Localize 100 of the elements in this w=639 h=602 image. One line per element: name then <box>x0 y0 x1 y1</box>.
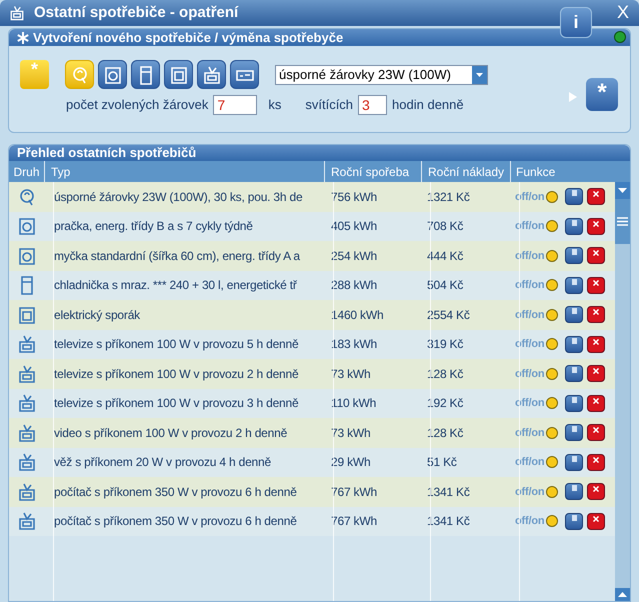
page-icon <box>572 338 577 344</box>
table-row[interactable]: počítač s příkonem 350 W v provozu 6 h denně 767 kWh 1341 Kč off/on <box>9 477 615 506</box>
delete-button[interactable] <box>587 247 606 264</box>
close-icon <box>593 338 600 345</box>
scrollbar[interactable] <box>615 182 630 601</box>
on-off-toggle[interactable]: off/on <box>515 513 544 530</box>
appliance-button[interactable] <box>98 60 127 89</box>
appliance-button[interactable] <box>131 60 160 89</box>
table-row[interactable]: pračka, energ. třídy B a s 7 cykly týdně 405 kWh 708 Kč off/on <box>9 212 615 241</box>
delete-button[interactable] <box>587 483 606 500</box>
scroll-down-icon <box>618 188 627 193</box>
close-icon <box>593 280 600 286</box>
tv-icon <box>16 451 38 474</box>
edit-button[interactable] <box>565 365 584 382</box>
table-cell-text: 254 kWh <box>330 248 378 265</box>
table-cell-text: 192 Kč <box>426 395 464 412</box>
edit-button[interactable] <box>565 512 584 530</box>
page-icon <box>572 278 577 285</box>
edit-button[interactable] <box>565 424 584 442</box>
delete-button[interactable] <box>587 454 606 471</box>
delete-button[interactable] <box>587 218 606 235</box>
table-cell-text: elektrický sporák <box>53 306 141 324</box>
close-icon <box>593 250 600 256</box>
on-off-toggle[interactable]: off/on <box>515 454 544 470</box>
table-row[interactable]: televize s příkonem 100 W v provozu 3 h denně 110 kWh 192 Kč off/on <box>9 388 615 418</box>
edit-button[interactable] <box>565 336 584 353</box>
on-off-toggle[interactable]: off/on <box>515 336 544 352</box>
delete-button[interactable] <box>587 306 606 324</box>
appliance-dropdown[interactable]: úsporné žárovky 23W (100W) <box>275 64 488 84</box>
delete-button[interactable] <box>587 276 606 294</box>
table-cell-text: 128 Kč <box>426 424 464 442</box>
table-cell-text: myčka standardní (šířka 60 cm), energ. třídy A a <box>53 248 301 265</box>
on-off-toggle[interactable]: off/on <box>515 277 544 294</box>
page-icon <box>572 308 577 314</box>
add-button[interactable]: * <box>586 78 618 111</box>
star-icon <box>17 32 29 44</box>
on-off-toggle[interactable]: off/on <box>515 218 544 234</box>
table-cell-text: 319 Kč <box>426 336 464 354</box>
delete-button[interactable] <box>587 365 606 382</box>
table-cell-text: 73 kWh <box>330 424 372 442</box>
table-cell-text: 405 kWh <box>330 218 378 236</box>
table-row[interactable]: video s příkonem 100 W v provozu 2 h denně 73 kWh 128 Kč off/on <box>9 418 615 448</box>
appliance-button[interactable] <box>164 60 193 89</box>
tv-icon <box>16 422 38 444</box>
appliance-button[interactable] <box>197 60 226 89</box>
table-cell-text: 708 Kč <box>426 218 464 236</box>
table-cell-text: chladnička s mraz. *** 240 + 30 l, energetické tř <box>53 277 298 294</box>
on-off-toggle[interactable]: off/on <box>515 424 544 441</box>
on-off-toggle[interactable]: off/on <box>515 188 544 205</box>
edit-button[interactable] <box>565 483 584 500</box>
close-button[interactable]: X <box>612 2 633 22</box>
count-field[interactable]: 7 <box>213 95 258 115</box>
table-cell-text: 110 kWh <box>330 395 378 412</box>
delete-button[interactable] <box>587 394 606 412</box>
table-row[interactable]: úsporné žárovky 23W (100W), 30 ks, pou. 3h de 756 kWh 1321 Kč off/on <box>9 182 615 212</box>
table-row[interactable]: myčka standardní (šířka 60 cm), energ. třídy A a 254 kWh 444 Kč off/on <box>9 241 615 270</box>
on-off-toggle[interactable]: off/on <box>515 306 544 323</box>
table-row[interactable]: televize s příkonem 100 W v provozu 2 h denně 73 kWh 128 Kč off/on <box>9 359 615 388</box>
panel-title: Přehled ostatních spotřebičů <box>17 145 196 162</box>
page-icon <box>572 220 577 226</box>
column-header[interactable]: Funkce <box>511 161 607 182</box>
page-icon <box>572 249 577 256</box>
table-cell-text: úsporné žárovky 23W (100W), 30 ks, pou. 3h de <box>53 188 304 206</box>
table-row[interactable]: počítač s příkonem 350 W v provozu 6 h denně 767 kWh 1341 Kč off/on <box>9 506 615 536</box>
edit-button[interactable] <box>565 188 584 206</box>
scroll-up-icon <box>618 592 627 597</box>
edit-button[interactable] <box>565 218 584 235</box>
on-off-toggle[interactable]: off/on <box>515 366 544 382</box>
table-cell-text: 504 Kč <box>426 277 464 294</box>
table-row[interactable]: televize s příkonem 100 W v provozu 5 h denně 183 kWh 319 Kč off/on <box>9 330 615 359</box>
edit-button[interactable] <box>565 306 584 324</box>
delete-button[interactable] <box>587 512 606 530</box>
count-label: počet zvolených žárovek <box>66 96 208 114</box>
tv-icon <box>16 510 38 532</box>
table-cell-text: 51 Kč <box>426 454 458 472</box>
table-row[interactable]: věž s příkonem 20 W v provozu 4 h denně 29 kWh 51 Kč off/on <box>9 448 615 477</box>
on-off-toggle[interactable]: off/on <box>515 395 544 412</box>
edit-button[interactable] <box>565 247 584 264</box>
tv-icon <box>16 392 38 414</box>
close-icon <box>593 309 600 316</box>
on-off-toggle[interactable]: off/on <box>515 248 544 264</box>
close-icon <box>593 398 600 404</box>
table-cell-text: pračka, energ. třídy B a s 7 cykly týdně <box>53 218 254 236</box>
page-icon <box>572 485 577 492</box>
table-row[interactable]: chladnička s mraz. *** 240 + 30 l, energetické tř 288 kWh 504 Kč off/on <box>9 270 615 300</box>
edit-button[interactable] <box>565 276 584 294</box>
edit-button[interactable] <box>565 394 584 412</box>
hours-field[interactable]: 3 <box>358 95 388 115</box>
delete-button[interactable] <box>587 188 606 206</box>
delete-button[interactable] <box>587 336 606 353</box>
delete-button[interactable] <box>587 424 606 442</box>
page-icon <box>572 396 577 403</box>
appliance-button[interactable] <box>230 60 259 89</box>
table-cell-text: 288 kWh <box>330 277 378 294</box>
on-off-toggle[interactable]: off/on <box>515 484 544 500</box>
table-row[interactable]: elektrický sporák 1460 kWh 2554 Kč off/on <box>9 300 615 330</box>
washing-machine-icon <box>16 215 38 238</box>
edit-button[interactable] <box>565 454 584 471</box>
info-button[interactable]: i <box>560 7 592 38</box>
tv-icon <box>16 480 38 503</box>
